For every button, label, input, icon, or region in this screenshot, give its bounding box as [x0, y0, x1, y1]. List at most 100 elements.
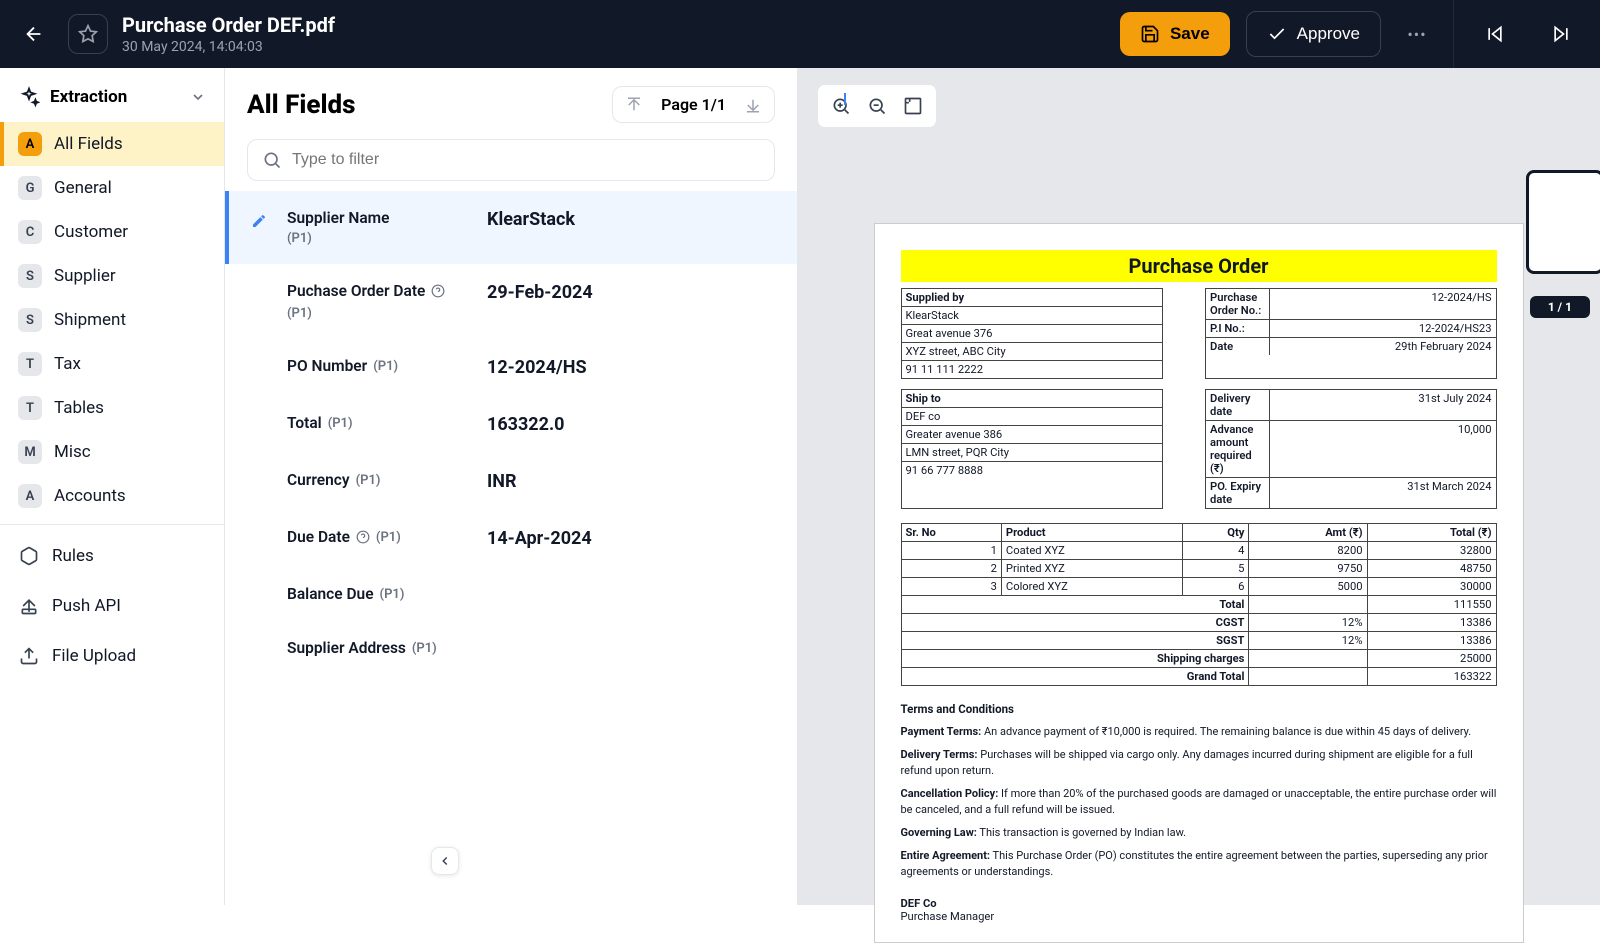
zoom-in-button[interactable]: [826, 91, 856, 121]
document-title: Purchase Order DEF.pdf: [122, 13, 335, 37]
total-row: Shipping charges25000: [901, 650, 1496, 668]
field-row[interactable]: Total (P1) 163322.0: [225, 396, 797, 453]
po-meta-box: Purchase Order No.:12-2024/HSP.I No.:12-…: [1205, 288, 1496, 379]
sidebar-badge: A: [18, 132, 42, 156]
filter-field[interactable]: [247, 139, 775, 181]
preview-toolbar: [817, 84, 937, 128]
meta-key: Purchase Order No.:: [1206, 289, 1270, 319]
save-button[interactable]: Save: [1120, 12, 1230, 56]
sidebar-item-misc[interactable]: MMisc: [0, 430, 224, 474]
table-row: 2Printed XYZ5975048750: [901, 560, 1496, 578]
field-row[interactable]: Supplier Address (P1): [225, 621, 797, 675]
doc-banner: Purchase Order: [901, 250, 1497, 282]
field-page-mark: (P1): [376, 530, 401, 545]
field-label: PO Number: [287, 357, 367, 375]
meta-val: 29th February 2024: [1270, 338, 1496, 355]
sidebar-badge: T: [18, 396, 42, 420]
save-icon: [1140, 24, 1160, 44]
arrow-down-icon: [744, 96, 762, 114]
sidebar-item-accounts[interactable]: AAccounts: [0, 474, 224, 518]
collapse-sidebar-button[interactable]: [431, 847, 459, 875]
col-head: Amt (₹): [1249, 524, 1367, 542]
sidebar-item-label: Tax: [54, 354, 81, 374]
total-row: CGST12%13386: [901, 614, 1496, 632]
ship-to-line: 91 66 777 8888: [902, 462, 988, 479]
field-value: 163322.0: [487, 414, 565, 435]
filter-input[interactable]: [292, 151, 760, 169]
edit-icon: [251, 213, 267, 229]
page-indicator: Page 1/1: [661, 95, 726, 114]
fullscreen-button[interactable]: [898, 91, 928, 121]
field-label: Total: [287, 414, 322, 432]
ship-to-box: Ship to DEF co Greater avenue 386 LMN st…: [901, 389, 1164, 509]
meta-val: 10,000: [1270, 421, 1496, 477]
sidebar-item-label: General: [54, 178, 112, 198]
app-header: Purchase Order DEF.pdf 30 May 2024, 14:0…: [0, 0, 1600, 68]
sidebar-item-shipment[interactable]: SShipment: [0, 298, 224, 342]
arrow-up-icon: [625, 96, 643, 114]
field-row[interactable]: Currency (P1) INR: [225, 453, 797, 510]
sidebar-tool-push-api[interactable]: Push API: [0, 581, 224, 631]
total-row: Grand Total163322: [901, 668, 1496, 686]
field-page-mark: (P1): [356, 473, 381, 488]
favorite-button[interactable]: [68, 14, 108, 54]
sidebar-item-tax[interactable]: TTax: [0, 342, 224, 386]
field-page-mark: (P1): [328, 416, 353, 431]
document-page[interactable]: Purchase Order Supplied by KlearStack Gr…: [874, 223, 1524, 943]
sidebar-item-label: Accounts: [54, 486, 126, 506]
total-row: SGST12%13386: [901, 632, 1496, 650]
items-table: Sr. NoProductQtyAmt (₹)Total (₹) 1Coated…: [901, 523, 1497, 686]
sidebar-item-label: All Fields: [54, 134, 123, 154]
sidebar-tool-rules[interactable]: Rules: [0, 531, 224, 581]
zoom-out-button[interactable]: [862, 91, 892, 121]
prev-doc-button[interactable]: [1470, 14, 1520, 54]
field-row[interactable]: Supplier Name (P1) KlearStack: [225, 191, 797, 264]
document-preview: Purchase Order Supplied by KlearStack Gr…: [797, 68, 1600, 905]
field-row[interactable]: Due Date (P1) 14-Apr-2024: [225, 510, 797, 567]
edit-button[interactable]: [251, 213, 267, 229]
arrow-left-icon: [23, 23, 45, 45]
sidebar-badge: C: [18, 220, 42, 244]
sidebar-item-label: Shipment: [54, 310, 126, 330]
col-head: Product: [1001, 524, 1182, 542]
field-row[interactable]: Balance Due (P1): [225, 567, 797, 621]
fullscreen-icon: [903, 96, 923, 116]
total-row: Total111550: [901, 596, 1496, 614]
sidebar-item-general[interactable]: GGeneral: [0, 166, 224, 210]
skip-back-icon: [1485, 24, 1505, 44]
sidebar-item-label: Supplier: [54, 266, 116, 286]
sidebar-item-label: Customer: [54, 222, 128, 242]
back-button[interactable]: [14, 14, 54, 54]
field-row[interactable]: PO Number (P1) 12-2024/HS: [225, 339, 797, 396]
sidebar-item-tables[interactable]: TTables: [0, 386, 224, 430]
tc-line: Delivery Terms: Purchases will be shippe…: [901, 747, 1497, 778]
page-up-button[interactable]: [625, 96, 643, 114]
meta-val: 31st March 2024: [1270, 478, 1496, 508]
field-value: 14-Apr-2024: [487, 528, 592, 549]
field-page-mark: (P1): [287, 306, 312, 321]
sidebar-badge: M: [18, 440, 42, 464]
sidebar-item-customer[interactable]: C Customer: [0, 210, 224, 254]
sidebar-tool-file-upload[interactable]: File Upload: [0, 631, 224, 681]
sparkle-icon: [18, 86, 40, 108]
tc-line: Governing Law: This transaction is gover…: [901, 825, 1497, 840]
next-doc-button[interactable]: [1536, 14, 1586, 54]
fields-panel: All Fields Page 1/1 Supplier Name (P1): [225, 68, 797, 905]
page-thumbnail[interactable]: [1526, 170, 1600, 274]
chevron-left-icon: [438, 854, 452, 868]
more-menu-button[interactable]: •••: [1397, 14, 1437, 54]
approve-label: Approve: [1297, 24, 1360, 44]
meta-key: Date: [1206, 338, 1270, 355]
tc-line: Cancellation Policy: If more than 20% of…: [901, 786, 1497, 817]
save-label: Save: [1170, 24, 1210, 44]
ship-to-head: Ship to: [902, 390, 945, 407]
sidebar-item-supplier[interactable]: S Supplier: [0, 254, 224, 298]
approve-button[interactable]: Approve: [1246, 11, 1381, 57]
sidebar-item-all-fields[interactable]: A All Fields: [0, 122, 224, 166]
meta-val: 12-2024/HS23: [1270, 320, 1496, 337]
page-down-button[interactable]: [744, 96, 762, 114]
supplied-by-box: Supplied by KlearStack Great avenue 376 …: [901, 288, 1164, 379]
sidebar-badge: S: [18, 264, 42, 288]
sidebar-section-extraction[interactable]: Extraction: [0, 72, 224, 122]
field-row[interactable]: Puchase Order Date (P1) 29-Feb-2024: [225, 264, 797, 339]
